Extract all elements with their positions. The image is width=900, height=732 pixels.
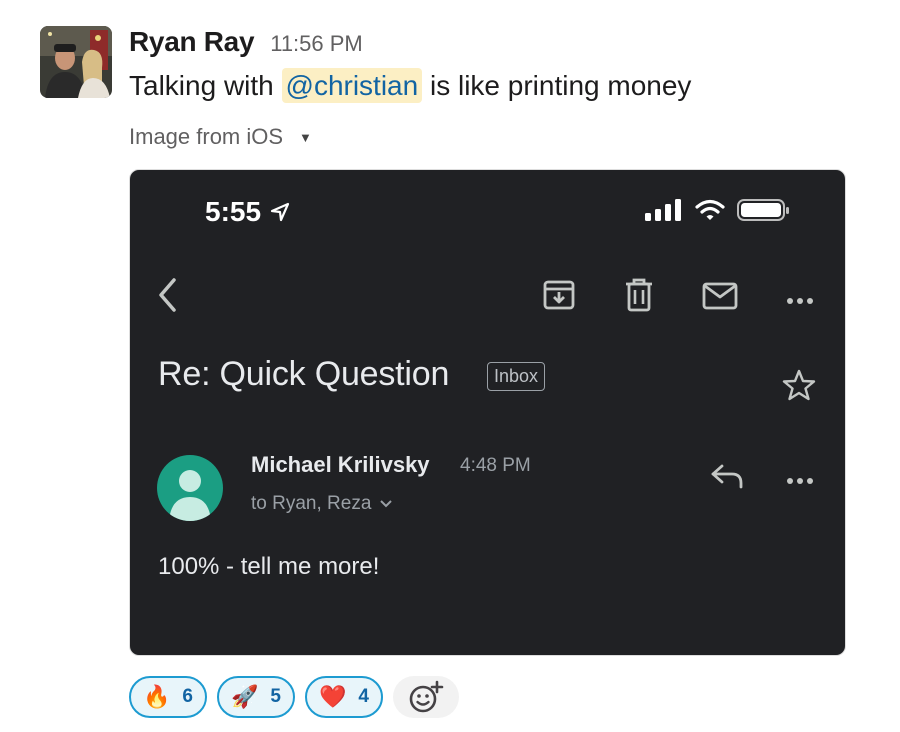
status-bar-time: 5:55: [205, 196, 291, 228]
inbox-label-chip: Inbox: [487, 362, 546, 391]
message-text-after: is like printing money: [422, 70, 692, 101]
message-body: Talking with @christian is like printing…: [129, 66, 691, 106]
recipients: to Ryan, Reza: [251, 493, 393, 515]
avatar-photo: [40, 26, 112, 98]
more-icon: [786, 472, 814, 490]
mail-icon[interactable]: [702, 282, 738, 315]
author-avatar[interactable]: [40, 26, 112, 98]
reaction-fire[interactable]: 🔥 6: [129, 676, 207, 718]
star-icon[interactable]: [782, 369, 816, 406]
message-timestamp[interactable]: 11:56 PM: [270, 31, 363, 57]
reaction-count: 4: [358, 686, 369, 707]
sender-avatar: [157, 455, 223, 521]
caret-down-icon[interactable]: ▼: [299, 130, 312, 145]
signal-icon: [645, 199, 683, 226]
fire-emoji-icon: 🔥: [143, 684, 171, 709]
status-time-text: 5:55: [205, 196, 262, 227]
person-icon: [169, 470, 211, 521]
message-text-before: Talking with: [129, 70, 282, 101]
add-reaction-button[interactable]: [392, 676, 459, 718]
chevron-down-icon: [380, 500, 393, 508]
email-subject: Re: Quick Question: [158, 355, 450, 393]
recipients-text: to Ryan, Reza: [251, 493, 372, 514]
sender-time: 4:48 PM: [460, 455, 531, 476]
location-arrow-icon: [270, 202, 290, 222]
reaction-count: 5: [270, 686, 281, 707]
more-icon[interactable]: [786, 292, 814, 310]
status-bar-icons: [645, 198, 803, 227]
reaction-heart[interactable]: ❤️ 4: [304, 676, 383, 718]
reaction-rocket[interactable]: 🚀 5: [216, 676, 295, 718]
sender-name: Michael Krilivsky: [251, 452, 430, 477]
attached-image[interactable]: 5:55 Re: Quick Question Inbox Michael Kr…: [129, 169, 846, 656]
reaction-count: 6: [182, 686, 193, 707]
add-emoji-icon: [409, 680, 444, 713]
battery-icon: [737, 198, 791, 227]
user-mention[interactable]: @christian: [281, 68, 423, 103]
file-label-text: Image from iOS: [129, 124, 284, 149]
archive-icon[interactable]: [542, 278, 576, 317]
author-name[interactable]: Ryan Ray: [129, 26, 255, 58]
reactions-bar: 🔥 6 🚀 5 ❤️ 4: [129, 676, 459, 718]
heart-emoji-icon: ❤️: [318, 684, 347, 709]
message-header: Ryan Ray 11:56 PM: [129, 26, 363, 58]
trash-icon[interactable]: [624, 278, 654, 317]
file-label[interactable]: Image from iOS ▼: [129, 124, 312, 150]
reply-icon: [710, 463, 744, 494]
email-body: 100% - tell me more!: [158, 553, 380, 580]
rocket-emoji-icon: 🚀: [230, 684, 259, 709]
wifi-icon: [695, 199, 725, 226]
back-arrow-icon[interactable]: [156, 277, 180, 318]
